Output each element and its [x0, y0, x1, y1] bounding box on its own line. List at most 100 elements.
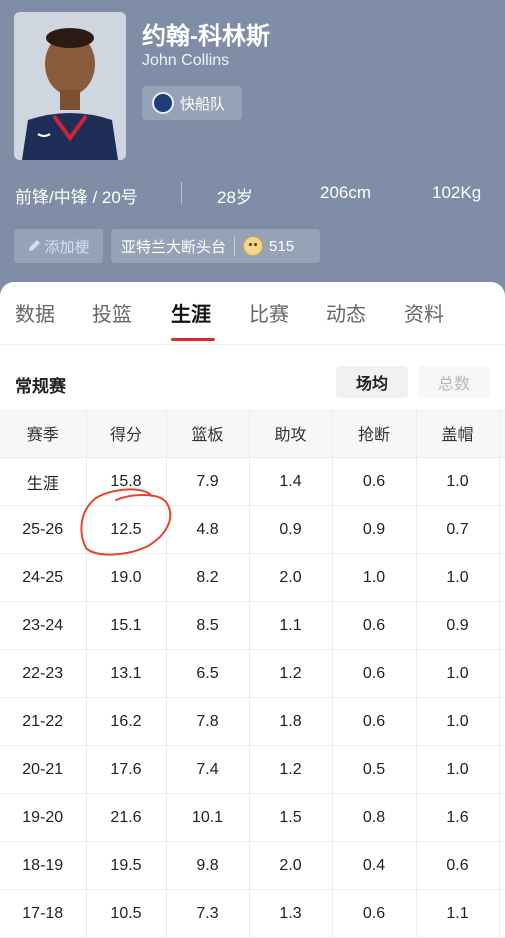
- player-age: 28岁: [217, 188, 253, 207]
- player-position: 前锋/中锋 / 20号: [15, 188, 138, 207]
- cell-season: 21-22: [0, 697, 87, 746]
- player-name-cn: 约翰-科林斯: [142, 23, 270, 50]
- cell-overflow: [499, 553, 505, 602]
- cell-points: 13.1: [86, 649, 167, 698]
- cell-assists: 1.8: [249, 697, 333, 746]
- header-steals: 抢断: [332, 409, 417, 458]
- cell-points: 21.6: [86, 793, 167, 842]
- active-tab-indicator: [171, 338, 215, 341]
- cell-overflow: [499, 649, 505, 698]
- table-row: 25-26 12.5 4.8 0.9 0.9 0.7: [0, 505, 505, 554]
- cell-points: 17.6: [86, 745, 167, 794]
- cell-rebounds: 4.8: [166, 505, 250, 554]
- cell-rebounds: 9.8: [166, 841, 250, 890]
- cell-overflow: [499, 697, 505, 746]
- cell-steals: 0.6: [332, 649, 417, 698]
- emoji-icon: [243, 236, 264, 256]
- table-row: 19-20 21.6 10.1 1.5 0.8 1.6: [0, 793, 505, 842]
- totals-toggle[interactable]: 总数: [418, 366, 490, 398]
- cell-rebounds: 8.2: [166, 553, 250, 602]
- header-points: 得分: [86, 409, 167, 458]
- cell-overflow: [499, 457, 505, 506]
- cell-rebounds: 7.4: [166, 745, 250, 794]
- cell-points: 16.2: [86, 697, 167, 746]
- cell-overflow: [499, 505, 505, 554]
- add-nickname-button[interactable]: 添加梗: [14, 229, 103, 263]
- team-chip[interactable]: 快船队: [142, 86, 242, 120]
- add-nickname-label: 添加梗: [44, 238, 90, 256]
- tab-games[interactable]: 比赛: [249, 298, 289, 327]
- header-season: 赛季: [0, 409, 87, 458]
- nickname-divider: [234, 236, 236, 256]
- cell-season: 生涯: [0, 457, 87, 506]
- header-rebounds: 篮板: [166, 409, 250, 458]
- table-body: 生涯 15.8 7.9 1.4 0.6 1.0 25-26 12.5 4.8 0.9 0.9 0.7 2…: [0, 457, 505, 938]
- cell-rebounds: 6.5: [166, 649, 250, 698]
- cell-overflow: [499, 793, 505, 842]
- cell-overflow: [499, 745, 505, 794]
- cell-steals: 0.5: [332, 745, 417, 794]
- cell-season: 25-26: [0, 505, 87, 554]
- cell-blocks: 0.6: [416, 841, 500, 890]
- cell-assists: 1.1: [249, 601, 333, 650]
- cell-points: 15.1: [86, 601, 167, 650]
- cell-points: 19.5: [86, 841, 167, 890]
- nickname-count: 515: [269, 237, 295, 255]
- cell-season: 18-19: [0, 841, 87, 890]
- cell-blocks: 1.6: [416, 793, 500, 842]
- cell-blocks: 1.0: [416, 649, 500, 698]
- info-divider: [181, 182, 182, 204]
- cell-rebounds: 7.9: [166, 457, 250, 506]
- cell-steals: 0.6: [332, 457, 417, 506]
- cell-steals: 0.6: [332, 697, 417, 746]
- player-name-en: John Collins: [142, 52, 230, 69]
- header-overflow: [499, 409, 505, 458]
- cell-assists: 2.0: [249, 553, 333, 602]
- per-game-toggle[interactable]: 场均: [336, 366, 408, 398]
- player-avatar: [14, 12, 126, 160]
- tab-data[interactable]: 数据: [15, 298, 55, 327]
- cell-rebounds: 7.8: [166, 697, 250, 746]
- nickname-label: 亚特兰大断头台: [121, 238, 227, 256]
- cell-steals: 0.6: [332, 889, 417, 938]
- tab-profile[interactable]: 资料: [404, 298, 444, 327]
- cell-points: 19.0: [86, 553, 167, 602]
- cell-rebounds: 10.1: [166, 793, 250, 842]
- cell-assists: 1.3: [249, 889, 333, 938]
- table-row: 20-21 17.6 7.4 1.2 0.5 1.0: [0, 745, 505, 794]
- cell-steals: 0.9: [332, 505, 417, 554]
- player-photo: [14, 12, 126, 160]
- cell-points: 10.5: [86, 889, 167, 938]
- cell-assists: 1.5: [249, 793, 333, 842]
- table-header-row: 赛季 得分 篮板 助攻 抢断 盖帽: [0, 409, 505, 458]
- cell-rebounds: 8.5: [166, 601, 250, 650]
- cell-assists: 0.9: [249, 505, 333, 554]
- cell-assists: 2.0: [249, 841, 333, 890]
- table-row: 生涯 15.8 7.9 1.4 0.6 1.0: [0, 457, 505, 506]
- tab-shooting[interactable]: 投篮: [92, 298, 132, 327]
- tab-divider: [0, 344, 505, 345]
- nickname-chip[interactable]: 亚特兰大断头台 515: [111, 229, 320, 263]
- cell-blocks: 1.0: [416, 697, 500, 746]
- cell-season: 22-23: [0, 649, 87, 698]
- player-header: 约翰-科林斯 John Collins 快船队 前锋/中锋 / 20号 28岁 …: [0, 0, 505, 300]
- cell-blocks: 0.9: [416, 601, 500, 650]
- cell-steals: 1.0: [332, 553, 417, 602]
- cell-rebounds: 7.3: [166, 889, 250, 938]
- tab-career[interactable]: 生涯: [171, 298, 211, 327]
- table-row: 21-22 16.2 7.8 1.8 0.6 1.0: [0, 697, 505, 746]
- table-row: 22-23 13.1 6.5 1.2 0.6 1.0: [0, 649, 505, 698]
- header-blocks: 盖帽: [416, 409, 500, 458]
- cell-points: 15.8: [86, 457, 167, 506]
- cell-blocks: 1.1: [416, 889, 500, 938]
- team-logo-icon: [152, 92, 174, 114]
- cell-assists: 1.4: [249, 457, 333, 506]
- table-row: 18-19 19.5 9.8 2.0 0.4 0.6: [0, 841, 505, 890]
- cell-overflow: [499, 601, 505, 650]
- cell-season: 24-25: [0, 553, 87, 602]
- cell-season: 20-21: [0, 745, 87, 794]
- cell-blocks: 1.0: [416, 457, 500, 506]
- tab-news[interactable]: 动态: [326, 298, 366, 327]
- player-weight: 102Kg: [432, 183, 482, 202]
- cell-blocks: 0.7: [416, 505, 500, 554]
